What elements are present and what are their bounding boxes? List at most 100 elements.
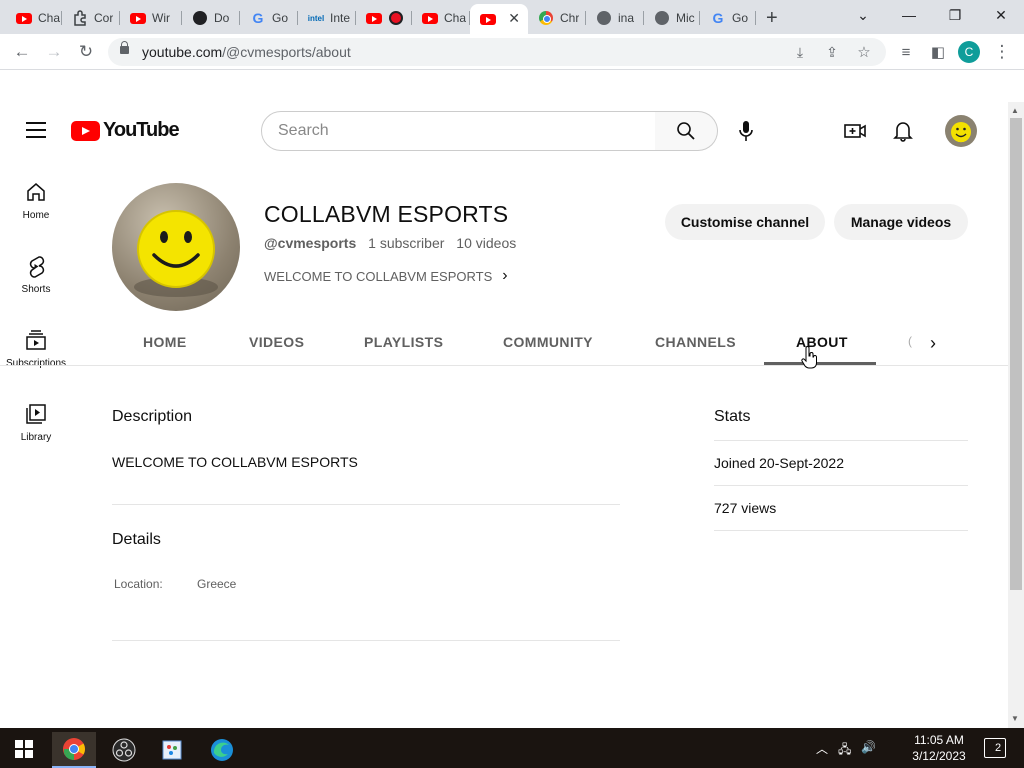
channel-avatar[interactable] (112, 183, 240, 311)
tab-videos[interactable]: VIDEOS (249, 334, 304, 350)
intel-icon: intel (307, 13, 325, 23)
tab-playlists[interactable]: PLAYLISTS (364, 334, 443, 350)
browser-tab[interactable]: Wir (120, 4, 182, 32)
side-panel-icon[interactable]: ◧ (926, 40, 950, 64)
new-tab-button[interactable]: + (766, 7, 778, 30)
more-menu-icon[interactable]: ⋮ (990, 40, 1014, 64)
browser-tab[interactable]: Do (182, 4, 240, 32)
tab-community[interactable]: COMMUNITY (503, 334, 593, 350)
tabs-next-chevron-icon[interactable]: › (930, 333, 936, 354)
search-icon (677, 122, 695, 140)
tab-home[interactable]: HOME (143, 334, 187, 350)
guide-label: Library (20, 432, 52, 443)
search-input[interactable]: Search (261, 111, 656, 151)
divider (112, 640, 620, 641)
tab-search-peek[interactable]: ( (908, 334, 912, 348)
tab-label: Mic (676, 11, 695, 25)
close-window-button[interactable]: ✕ (978, 4, 1024, 26)
chrome-icon (538, 10, 554, 26)
windows-taskbar: ︿ 🖧 🔊 11:05 AM 3/12/2023 2 (0, 728, 1024, 768)
scroll-down-arrow-icon[interactable]: ▼ (1011, 714, 1019, 723)
scrollbar-thumb[interactable] (1010, 118, 1022, 590)
browser-toolbar: ← → ↻ youtube.com/@cvmesports/about ⤓ ⇪ … (0, 34, 1024, 70)
joined-date: Joined 20-Sept-2022 (714, 455, 844, 471)
guide-item-home[interactable]: Home (0, 180, 72, 254)
browser-tab[interactable]: Chr (528, 4, 586, 32)
record-icon (388, 10, 404, 26)
globe-icon (596, 10, 612, 26)
browser-tab[interactable]: Mic (644, 4, 700, 32)
forward-arrow-icon[interactable]: → (42, 40, 66, 64)
bell-icon (893, 122, 913, 142)
tab-label: ina (618, 11, 635, 25)
customise-channel-button[interactable]: Customise channel (665, 204, 825, 240)
browser-tab[interactable]: Cor (62, 4, 120, 32)
browser-tab[interactable] (356, 4, 412, 32)
reload-icon[interactable]: ↻ (74, 40, 98, 64)
minimize-button[interactable]: — (886, 4, 932, 26)
voice-search-button[interactable] (734, 119, 758, 143)
channel-short-description[interactable]: WELCOME TO COLLABVM ESPORTS › (264, 267, 508, 285)
google-icon: G (712, 10, 724, 26)
windows-start-icon[interactable] (15, 740, 33, 758)
lock-icon[interactable] (120, 41, 129, 54)
description-heading: Description (112, 408, 193, 425)
manage-videos-button[interactable]: Manage videos (834, 204, 968, 240)
network-icon[interactable]: 🖧 (838, 740, 851, 761)
menu-icon[interactable] (26, 122, 46, 138)
youtube-icon (16, 10, 32, 26)
youtube-wordmark: YouTube (103, 119, 180, 141)
tab-search-icon[interactable]: ⌄ (840, 4, 886, 26)
guide-label: Home (22, 210, 50, 221)
account-avatar[interactable] (945, 115, 977, 147)
location-value: Greece (197, 577, 237, 591)
browser-tab[interactable]: Cha (6, 4, 62, 32)
library-icon (26, 404, 46, 424)
home-icon (27, 183, 45, 201)
taskbar-clock[interactable]: 11:05 AM 3/12/2023 (904, 732, 974, 764)
share-icon[interactable]: ⇪ (820, 40, 844, 64)
browser-tab-active[interactable]: ✕ (470, 4, 528, 34)
media-queue-icon[interactable]: ≡ (894, 40, 918, 64)
active-tab-indicator (764, 362, 876, 365)
guide-label: Shorts (21, 284, 51, 295)
extension-icon (72, 10, 88, 26)
tab-label: Cor (94, 11, 114, 25)
smiley-face-icon (951, 122, 971, 142)
install-icon[interactable]: ⤓ (788, 40, 812, 64)
youtube-logo[interactable]: YouTube (71, 119, 180, 142)
taskbar-obs[interactable] (102, 732, 146, 768)
details-heading: Details (112, 531, 161, 548)
browser-tab[interactable]: G Go (700, 4, 756, 32)
chevron-up-icon[interactable]: ︿ (816, 740, 828, 757)
tab-channels[interactable]: CHANNELS (655, 334, 736, 350)
clock-time: 11:05 AM (914, 733, 964, 747)
globe-icon (654, 10, 670, 26)
notifications-button[interactable] (891, 119, 915, 143)
guide-item-library[interactable]: Library (0, 402, 72, 476)
edge-icon (211, 739, 233, 761)
search-button[interactable] (655, 111, 718, 151)
volume-icon[interactable]: 🔊 (861, 740, 876, 754)
back-arrow-icon[interactable]: ← (10, 40, 34, 64)
close-tab-icon[interactable]: ✕ (508, 10, 520, 27)
create-button[interactable] (843, 119, 867, 143)
restore-button[interactable]: ❐ (932, 4, 978, 26)
shorts-icon (29, 256, 45, 278)
browser-tab[interactable]: ina (586, 4, 644, 32)
divider (714, 530, 968, 531)
address-bar[interactable]: youtube.com/@cvmesports/about ⤓ ⇪ ☆ (108, 38, 886, 66)
browser-tab[interactable]: G Go (240, 4, 298, 32)
bookmark-star-icon[interactable]: ☆ (852, 40, 876, 64)
taskbar-chrome[interactable] (52, 732, 96, 768)
youtube-icon (130, 10, 146, 26)
scroll-up-arrow-icon[interactable]: ▲ (1011, 106, 1019, 115)
taskbar-edge[interactable] (200, 732, 244, 768)
browser-tab[interactable]: intel Inte (298, 4, 356, 32)
smiley-face-icon (134, 210, 218, 297)
browser-tab[interactable]: Cha (412, 4, 470, 32)
taskbar-paint[interactable] (150, 732, 194, 768)
profile-avatar[interactable]: C (958, 41, 980, 63)
guide-item-shorts[interactable]: Shorts (0, 254, 72, 328)
clock-date: 3/12/2023 (912, 749, 966, 763)
